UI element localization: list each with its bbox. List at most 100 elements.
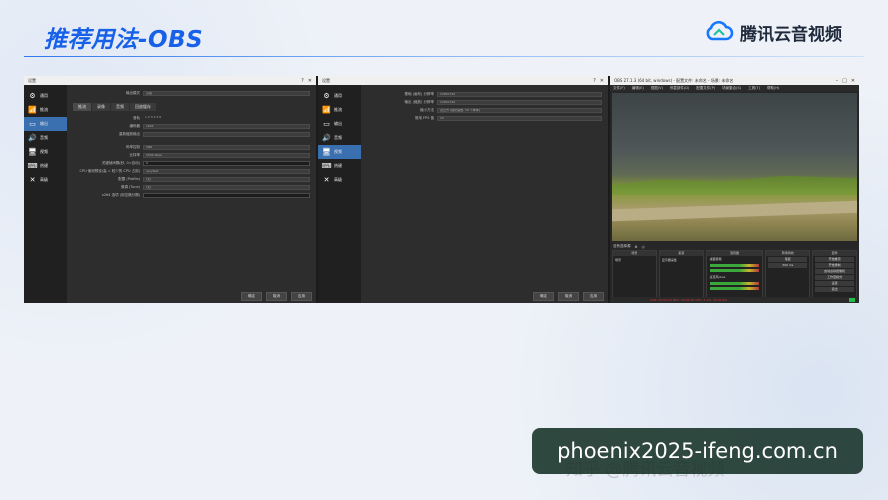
window-titlebar: 设置 ? ✕	[318, 76, 608, 85]
output-settings-panel: 输出模式 高级 推流 录像 音频 回放缓存 音轨 1 2 3 4 5 6 编码器 x…	[67, 85, 316, 303]
menu-scene-collection[interactable]: 场景集合(S)	[722, 86, 741, 91]
no-source-label: 没有选择源	[613, 244, 631, 248]
sidebar-item-label: 推流	[40, 107, 48, 112]
volume-meter[interactable]	[709, 269, 760, 272]
sidebar-item-label: 推流	[334, 107, 342, 112]
speaker-icon: 🔊	[28, 133, 37, 142]
sidebar-item-general[interactable]: ⚙ 通用	[318, 89, 361, 103]
scene-item[interactable]: 场景	[613, 256, 656, 264]
cpu-preset-select[interactable]: veryfast	[143, 169, 310, 174]
sidebar-item-general[interactable]: ⚙ 通用	[24, 89, 67, 103]
sidebar-item-advanced[interactable]: ✕ 高级	[318, 173, 361, 187]
settings-button[interactable]: 设置	[815, 281, 854, 286]
apply-button[interactable]: 应用	[583, 292, 604, 301]
keyboard-icon: ⌨	[27, 161, 38, 170]
sidebar-item-video[interactable]: 🖥 视频	[24, 145, 67, 159]
ok-button[interactable]: 确定	[533, 292, 554, 301]
sidebar-item-output[interactable]: ▭ 输出	[24, 117, 67, 131]
controls-dock: 控件 开始推流 开始录制 启动虚拟摄像机 工作室模式 设置 退出	[812, 250, 857, 300]
sidebar-item-video[interactable]: 🖥 视频	[318, 145, 361, 159]
tab-stream[interactable]: 推流	[73, 103, 91, 111]
sidebar-item-advanced[interactable]: ✕ 高级	[24, 173, 67, 187]
output-mode-select[interactable]: 高级	[143, 91, 310, 96]
rate-control-select[interactable]: CBR	[143, 145, 310, 150]
preview-canvas[interactable]	[612, 93, 857, 241]
studio-mode-button[interactable]: 工作室模式	[815, 275, 854, 280]
monitor-icon: 🖥	[28, 147, 37, 156]
close-icon[interactable]: ✕	[600, 78, 604, 84]
transitions-dock: 转场特效 渐变 300 ms	[765, 250, 811, 300]
close-icon[interactable]: ✕	[308, 78, 312, 84]
volume-meter[interactable]	[709, 287, 760, 290]
filter-icon[interactable]: ◎	[642, 245, 645, 249]
transition-duration[interactable]: 300 ms	[768, 263, 808, 268]
base-resolution-select[interactable]: 1280x720	[437, 92, 602, 97]
sidebar-item-audio[interactable]: 🔊 音频	[318, 131, 361, 145]
menu-view[interactable]: 视图(V)	[651, 86, 663, 91]
encoder-select[interactable]: x264	[143, 124, 310, 129]
virtual-camera-button[interactable]: 启动虚拟摄像机	[815, 269, 854, 274]
rescale-output-field[interactable]	[143, 132, 310, 137]
bitrate-field[interactable]: 2500 Kbps	[143, 153, 310, 158]
tab-audio[interactable]: 音频	[111, 103, 129, 111]
audio-track-radios[interactable]: 1 2 3 4 5 6	[143, 116, 310, 121]
menu-docks[interactable]: 停靠部件(D)	[670, 86, 689, 91]
help-icon[interactable]: ?	[301, 78, 304, 84]
sidebar-item-audio[interactable]: 🔊 音频	[24, 131, 67, 145]
sidebar-item-label: 热键	[334, 163, 342, 168]
fps-select[interactable]: 15	[437, 116, 602, 121]
sources-dock: 来源 显示器采集	[658, 250, 704, 300]
output-resolution-select[interactable]: 1280x720	[437, 100, 602, 105]
window-title: 设置	[322, 77, 330, 83]
maximize-icon[interactable]: □	[842, 78, 847, 84]
sidebar-item-label: 输出	[40, 121, 48, 126]
monitor-icon: 🖥	[322, 147, 331, 156]
status-bar: LIVE: 00:00:00 REC: 00:00:00 CPU: 2.1%, …	[610, 297, 859, 303]
slide-title: 推荐用法-OBS	[44, 27, 204, 53]
brand-name: 腾讯云音视频	[740, 24, 842, 45]
help-icon[interactable]: ?	[593, 78, 596, 84]
profile-select[interactable]: (无)	[143, 177, 310, 182]
volume-meter[interactable]	[709, 282, 760, 285]
ok-button[interactable]: 确定	[241, 292, 262, 301]
window-titlebar: 设置 ? ✕	[24, 76, 316, 85]
transition-select[interactable]: 渐变	[768, 257, 808, 262]
close-icon[interactable]: ✕	[851, 78, 855, 84]
output-mode-label: 输出模式	[126, 91, 140, 95]
sidebar-item-label: 音频	[334, 135, 342, 140]
obs-main-window: OBS 27.1.3 (64 bit, windows) - 配置文件: 未命名…	[610, 76, 859, 303]
tab-recording[interactable]: 录像	[92, 103, 110, 111]
apply-button[interactable]: 应用	[291, 292, 312, 301]
tune-select[interactable]: (无)	[143, 185, 310, 190]
sidebar-item-hotkeys[interactable]: ⌨ 热键	[24, 159, 67, 173]
source-item[interactable]: 显示器采集	[660, 256, 703, 264]
mixer-channel-label: 麦克风/Aux	[709, 275, 726, 279]
volume-meter[interactable]	[709, 264, 760, 267]
minimize-icon[interactable]: –	[836, 78, 839, 84]
menu-profile[interactable]: 配置文件(P)	[696, 86, 715, 91]
preview-hill	[612, 175, 857, 195]
start-streaming-button[interactable]: 开始推流	[815, 257, 854, 262]
menu-help[interactable]: 帮助(H)	[767, 86, 779, 91]
form-label: 输出 (缩放) 分辨率	[404, 100, 434, 104]
tab-replay-buffer[interactable]: 回放缓存	[130, 103, 156, 111]
form-label: 配置 (Profile)	[118, 177, 140, 181]
window-titlebar: OBS 27.1.3 (64 bit, windows) - 配置文件: 未命名…	[610, 76, 859, 85]
menu-tools[interactable]: 工具(T)	[748, 86, 760, 91]
start-recording-button[interactable]: 开始录制	[815, 263, 854, 268]
x264-options-field[interactable]	[143, 193, 310, 198]
menu-file[interactable]: 文件(F)	[613, 86, 625, 91]
settings-sidebar: ⚙ 通用 📶 推流 ▭ 输出 🔊 音频 🖥 视频 ⌨ 热键 ✕ 高级	[318, 85, 361, 303]
downscale-filter-select[interactable]: 双立方 (锐化缩放, 16 个样本)	[437, 108, 602, 113]
cancel-button[interactable]: 取消	[558, 292, 579, 301]
gear-icon[interactable]: ⚙	[635, 245, 638, 249]
sidebar-item-stream[interactable]: 📶 推流	[318, 103, 361, 117]
output-icon: ▭	[29, 119, 36, 128]
keyframe-interval-field[interactable]: 0	[143, 161, 310, 166]
menu-edit[interactable]: 编辑(E)	[632, 86, 644, 91]
cancel-button[interactable]: 取消	[266, 292, 287, 301]
exit-button[interactable]: 退出	[815, 287, 854, 292]
sidebar-item-output[interactable]: ▭ 输出	[318, 117, 361, 131]
sidebar-item-stream[interactable]: 📶 推流	[24, 103, 67, 117]
sidebar-item-hotkeys[interactable]: ⌨ 热键	[318, 159, 361, 173]
